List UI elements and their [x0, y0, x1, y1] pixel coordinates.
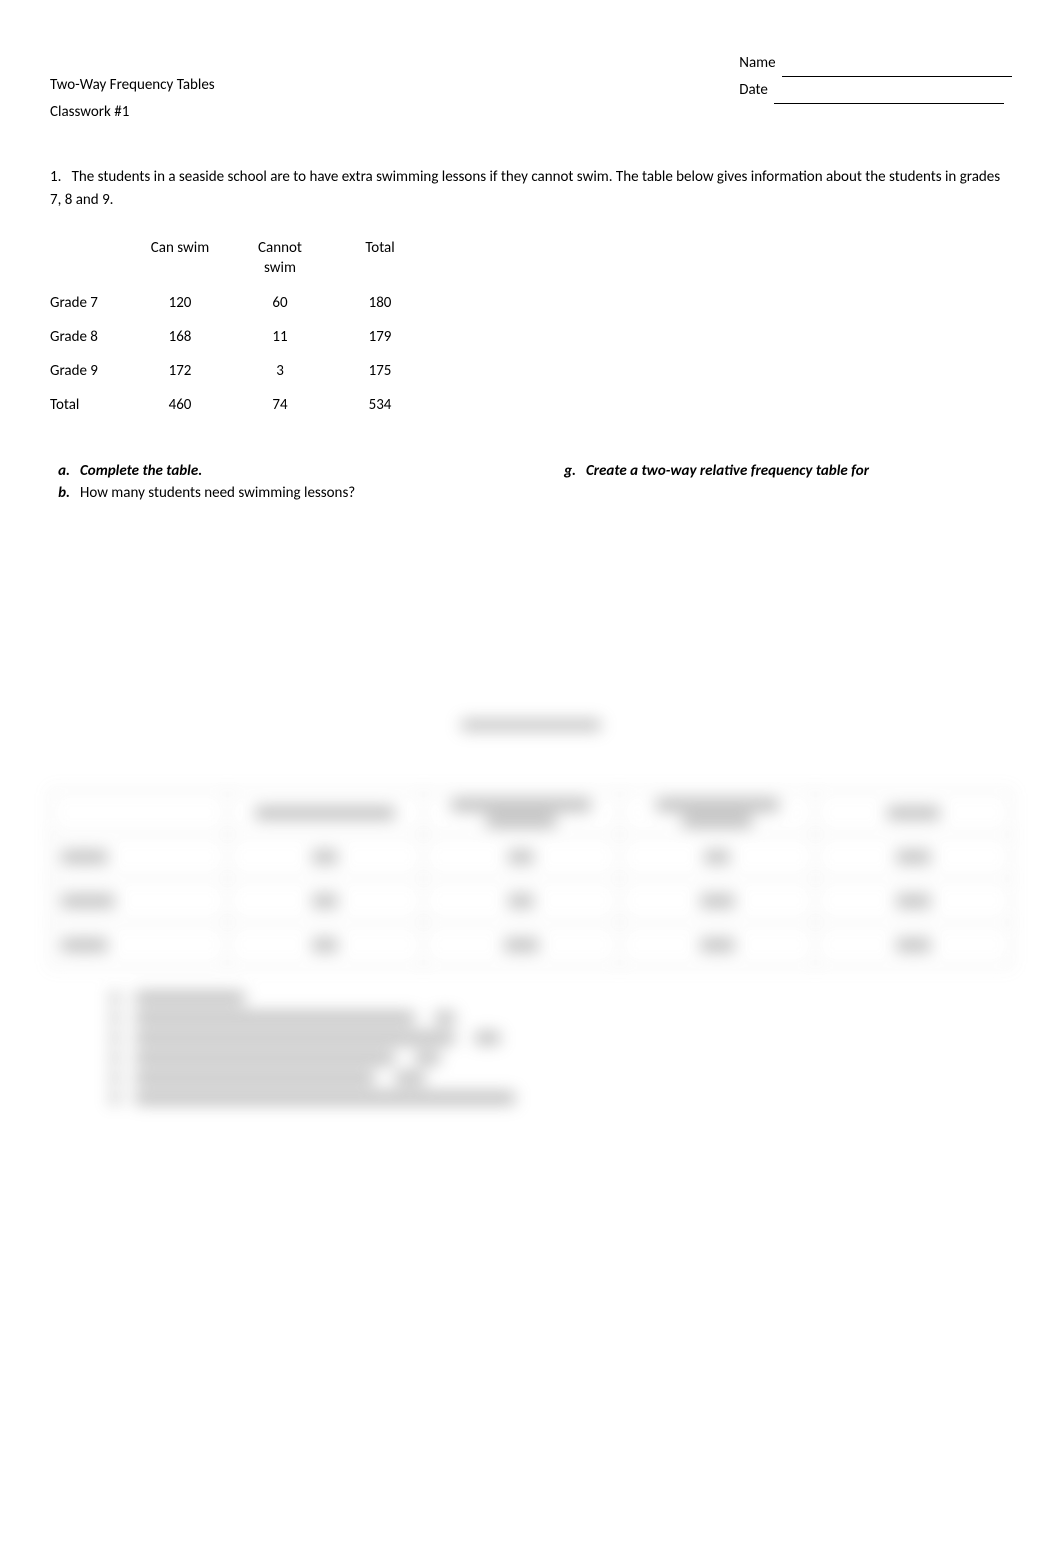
sub-question-b: b. How many students need swimming lesso… — [50, 484, 506, 502]
cell-value: 460 — [130, 388, 230, 422]
cell-value: 175 — [330, 354, 430, 388]
date-row: Date — [739, 77, 1012, 104]
cell-value: 74 — [230, 388, 330, 422]
sub-letter: g. — [556, 462, 586, 480]
blurred-preview-area — [50, 720, 1012, 1112]
name-date-block: Name Date — [739, 50, 1012, 104]
row-label: Total — [50, 388, 130, 422]
blurred-list — [50, 992, 1012, 1104]
cell-value: 11 — [230, 320, 330, 354]
table-row: Grade 7 120 60 180 — [50, 286, 430, 320]
table-header-row: Can swim Cannotswim Total — [50, 231, 430, 286]
table-header-blank — [50, 231, 130, 286]
cell-value: 120 — [130, 286, 230, 320]
table-row: Grade 9 172 3 175 — [50, 354, 430, 388]
blurred-table — [50, 790, 1012, 967]
cell-value: 180 — [330, 286, 430, 320]
date-label: Date — [739, 81, 768, 99]
sub-question-g: g. Create a two-way relative frequency t… — [556, 462, 1012, 480]
cell-value: 534 — [330, 388, 430, 422]
table-header-total: Total — [330, 231, 430, 286]
sub-text: Create a two-way relative frequency tabl… — [586, 462, 1012, 480]
table-row: Total 460 74 534 — [50, 388, 430, 422]
blurred-heading — [461, 720, 601, 730]
sub-questions-right: g. Create a two-way relative frequency t… — [556, 462, 1012, 506]
row-label: Grade 9 — [50, 354, 130, 388]
sub-text: How many students need swimming lessons? — [80, 484, 506, 502]
sub-text: Complete the table. — [80, 462, 506, 480]
question-1: 1. The students in a seaside school are … — [50, 166, 1012, 211]
cell-value: 168 — [130, 320, 230, 354]
date-blank-line — [774, 103, 1004, 104]
question-text: The students in a seaside school are to … — [50, 168, 1000, 209]
row-label: Grade 8 — [50, 320, 130, 354]
sub-questions: a. Complete the table. b. How many stude… — [50, 462, 1012, 506]
header-area: Name Date Two-Way Frequency Tables Class… — [50, 50, 1012, 126]
cell-value: 60 — [230, 286, 330, 320]
sub-questions-left: a. Complete the table. b. How many stude… — [50, 462, 506, 506]
cell-value: 3 — [230, 354, 330, 388]
sub-question-a: a. Complete the table. — [50, 462, 506, 480]
frequency-table: Can swim Cannotswim Total Grade 7 120 60… — [50, 231, 430, 422]
table-row: Grade 8 168 11 179 — [50, 320, 430, 354]
table-header-can-swim: Can swim — [130, 231, 230, 286]
cell-value: 179 — [330, 320, 430, 354]
question-number: 1. — [50, 168, 61, 186]
name-label: Name — [739, 54, 775, 72]
sub-letter: b. — [50, 484, 80, 502]
table-header-cannot-swim: Cannotswim — [230, 231, 330, 286]
cell-value: 172 — [130, 354, 230, 388]
sub-letter: a. — [50, 462, 80, 480]
row-label: Grade 7 — [50, 286, 130, 320]
name-row: Name — [739, 50, 1012, 77]
